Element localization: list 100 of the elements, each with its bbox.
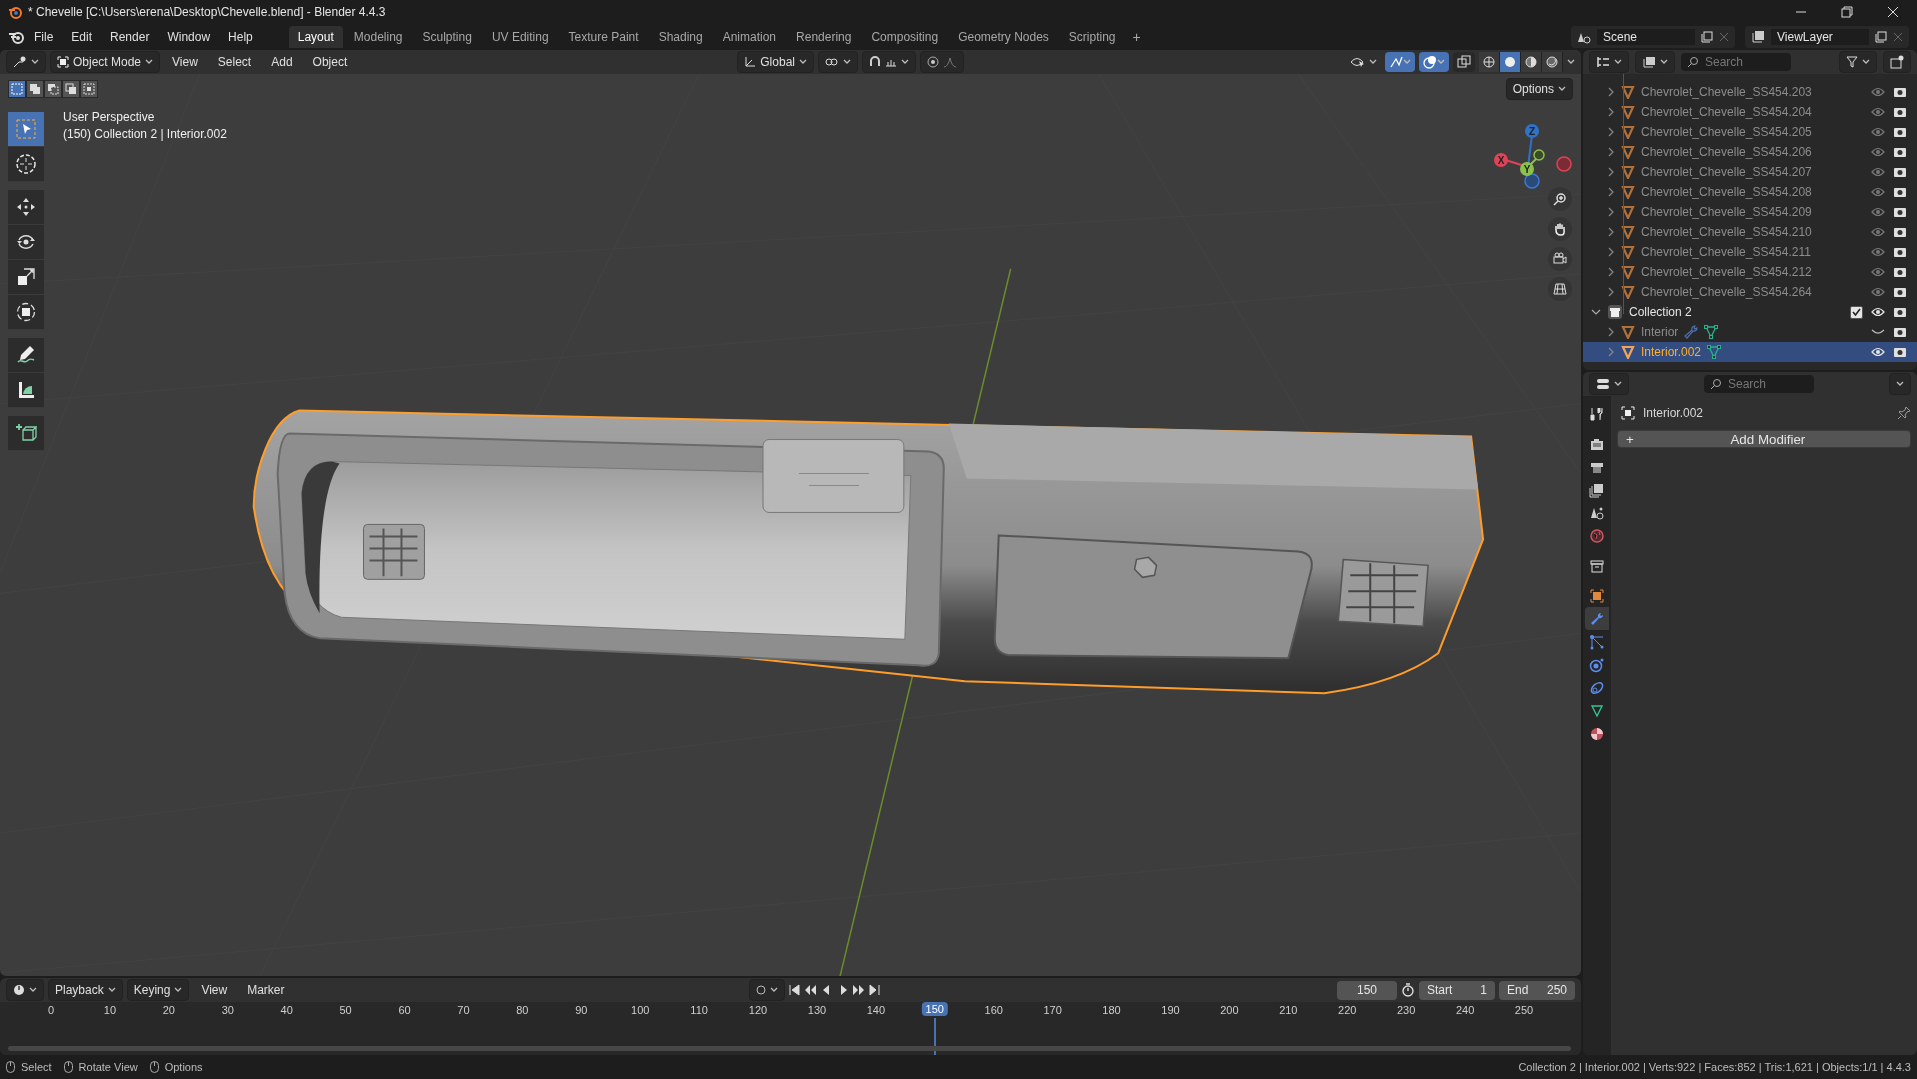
workspace-tab[interactable]: UV Editing: [482, 26, 558, 48]
zoom-button[interactable]: [1548, 187, 1572, 211]
current-frame-field[interactable]: 150: [1337, 980, 1397, 1000]
start-frame-field[interactable]: Start 1: [1419, 980, 1495, 1000]
workspace-tab[interactable]: Layout: [288, 26, 343, 48]
outliner-row[interactable]: Chevrolet_Chevelle_SS454.208: [1583, 182, 1917, 202]
shading-mode-button[interactable]: [1500, 52, 1521, 72]
camera-icon[interactable]: [1893, 346, 1907, 358]
selection-mode-button[interactable]: [44, 80, 62, 98]
overlays-button[interactable]: [1419, 52, 1449, 72]
camera-icon[interactable]: [1893, 186, 1907, 198]
camera-icon[interactable]: [1893, 86, 1907, 98]
selection-mode-button[interactable]: [8, 80, 26, 98]
timeline-scrollbar[interactable]: [8, 1046, 1571, 1051]
editor-type-button[interactable]: [6, 51, 46, 73]
camera-icon[interactable]: [1893, 126, 1907, 138]
camera-icon[interactable]: [1893, 286, 1907, 298]
add-workspace-button[interactable]: +: [1126, 27, 1147, 47]
menu-item[interactable]: File: [26, 27, 62, 47]
outliner-row[interactable]: Collection 2: [1583, 302, 1917, 322]
camera-icon[interactable]: [1893, 266, 1907, 278]
menu-item[interactable]: Select: [209, 52, 260, 72]
closed-eye-icon[interactable]: [1871, 327, 1885, 337]
end-frame-field[interactable]: End 250: [1499, 980, 1575, 1000]
tool-button[interactable]: [8, 416, 44, 451]
camera-icon[interactable]: [1893, 246, 1907, 258]
filter-view-dropdown[interactable]: [1635, 51, 1675, 73]
camera-icon[interactable]: [1893, 326, 1907, 338]
pivot-dropdown[interactable]: [817, 51, 858, 73]
app-logo-icon[interactable]: [8, 30, 24, 44]
search-field[interactable]: Search: [1704, 375, 1814, 393]
copy-icon[interactable]: [1701, 31, 1713, 43]
selection-mode-button[interactable]: [62, 80, 80, 98]
proportional-toggle[interactable]: [919, 51, 964, 73]
options-dropdown[interactable]: Options: [1505, 78, 1573, 100]
outliner-row[interactable]: Interior: [1583, 322, 1917, 342]
xray-button[interactable]: [1453, 52, 1475, 72]
menu-item[interactable]: Marker: [239, 980, 293, 1000]
outliner-row[interactable]: Chevrolet_Chevelle_SS454.210: [1583, 222, 1917, 242]
shading-mode-button[interactable]: [1542, 52, 1563, 72]
camera-icon[interactable]: [1893, 306, 1907, 318]
view-layer-selector[interactable]: ViewLayer: [1745, 26, 1909, 48]
menu-dropdown[interactable]: Keying: [126, 979, 190, 1001]
camera-icon[interactable]: [1893, 146, 1907, 158]
tool-button[interactable]: [8, 260, 44, 295]
orientation-dropdown[interactable]: Global: [737, 51, 814, 73]
outliner-row[interactable]: Chevrolet_Chevelle_SS454.206: [1583, 142, 1917, 162]
workspace-tab[interactable]: Animation: [713, 26, 786, 48]
workspace-tab[interactable]: Rendering: [787, 26, 861, 48]
selection-mode-button[interactable]: [26, 80, 44, 98]
outliner-row[interactable]: Chevrolet_Chevelle_SS454.203: [1583, 82, 1917, 102]
menu-item[interactable]: Object: [304, 52, 356, 72]
editor-type-button[interactable]: [1589, 373, 1629, 395]
camera-view-button[interactable]: [1548, 247, 1572, 271]
menu-item[interactable]: Add: [263, 52, 301, 72]
display-mode-dropdown[interactable]: [1589, 51, 1629, 73]
snap-toggle[interactable]: [861, 51, 916, 73]
playhead-frame[interactable]: 150: [921, 1002, 948, 1016]
filter-dropdown[interactable]: [1839, 51, 1877, 73]
outliner-row[interactable]: Chevrolet_Chevelle_SS454.212: [1583, 262, 1917, 282]
outliner-row[interactable]: Chevrolet_Chevelle_SS454.211: [1583, 242, 1917, 262]
tool-button[interactable]: [8, 147, 44, 182]
stopwatch-icon[interactable]: [1401, 983, 1415, 997]
menu-item[interactable]: View: [193, 980, 236, 1000]
mesh-data-icon[interactable]: [1704, 325, 1719, 339]
tool-button[interactable]: [8, 225, 44, 260]
scene-selector[interactable]: Scene: [1571, 26, 1735, 48]
wrench-icon[interactable]: [1684, 325, 1699, 339]
gizmos-button[interactable]: [1385, 52, 1415, 72]
camera-icon[interactable]: [1893, 206, 1907, 218]
workspace-tab[interactable]: Scripting: [1059, 26, 1125, 48]
outliner-row[interactable]: Chevrolet_Chevelle_SS454.204: [1583, 102, 1917, 122]
tool-button[interactable]: [8, 190, 44, 225]
outliner-row[interactable]: Chevrolet_Chevelle_SS454.209: [1583, 202, 1917, 222]
menu-item[interactable]: Help: [220, 27, 261, 47]
outliner-row[interactable]: Interior.002: [1583, 342, 1917, 362]
options-dropdown[interactable]: [1889, 373, 1911, 395]
pan-hand-button[interactable]: [1548, 217, 1572, 241]
pin-icon[interactable]: [1897, 406, 1911, 420]
menu-item[interactable]: Render: [102, 27, 158, 47]
playback-controls-icon[interactable]: [788, 984, 881, 996]
axis-gizmo[interactable]: [1494, 124, 1572, 189]
tool-button[interactable]: [8, 295, 44, 330]
workspace-tab[interactable]: Geometry Nodes: [949, 26, 1058, 48]
outliner-row[interactable]: Chevrolet_Chevelle_SS454.205: [1583, 122, 1917, 142]
camera-icon[interactable]: [1893, 106, 1907, 118]
workspace-tab[interactable]: Compositing: [862, 26, 948, 48]
workspace-tab[interactable]: Sculpting: [413, 26, 481, 48]
record-button[interactable]: [748, 979, 785, 1001]
mesh-data-icon[interactable]: [1707, 345, 1722, 359]
expand-caret-icon[interactable]: [1591, 308, 1601, 316]
menu-item[interactable]: Window: [159, 27, 219, 47]
menu-item[interactable]: View: [164, 52, 206, 72]
workspace-tab[interactable]: Texture Paint: [559, 26, 648, 48]
outliner-row[interactable]: Chevrolet_Chevelle_SS454.264: [1583, 282, 1917, 302]
editor-type-button[interactable]: [6, 979, 44, 1001]
workspace-tab[interactable]: Modeling: [344, 26, 412, 48]
menu-dropdown[interactable]: Playback: [48, 979, 123, 1001]
camera-icon[interactable]: [1893, 166, 1907, 178]
tool-button[interactable]: [8, 112, 44, 147]
